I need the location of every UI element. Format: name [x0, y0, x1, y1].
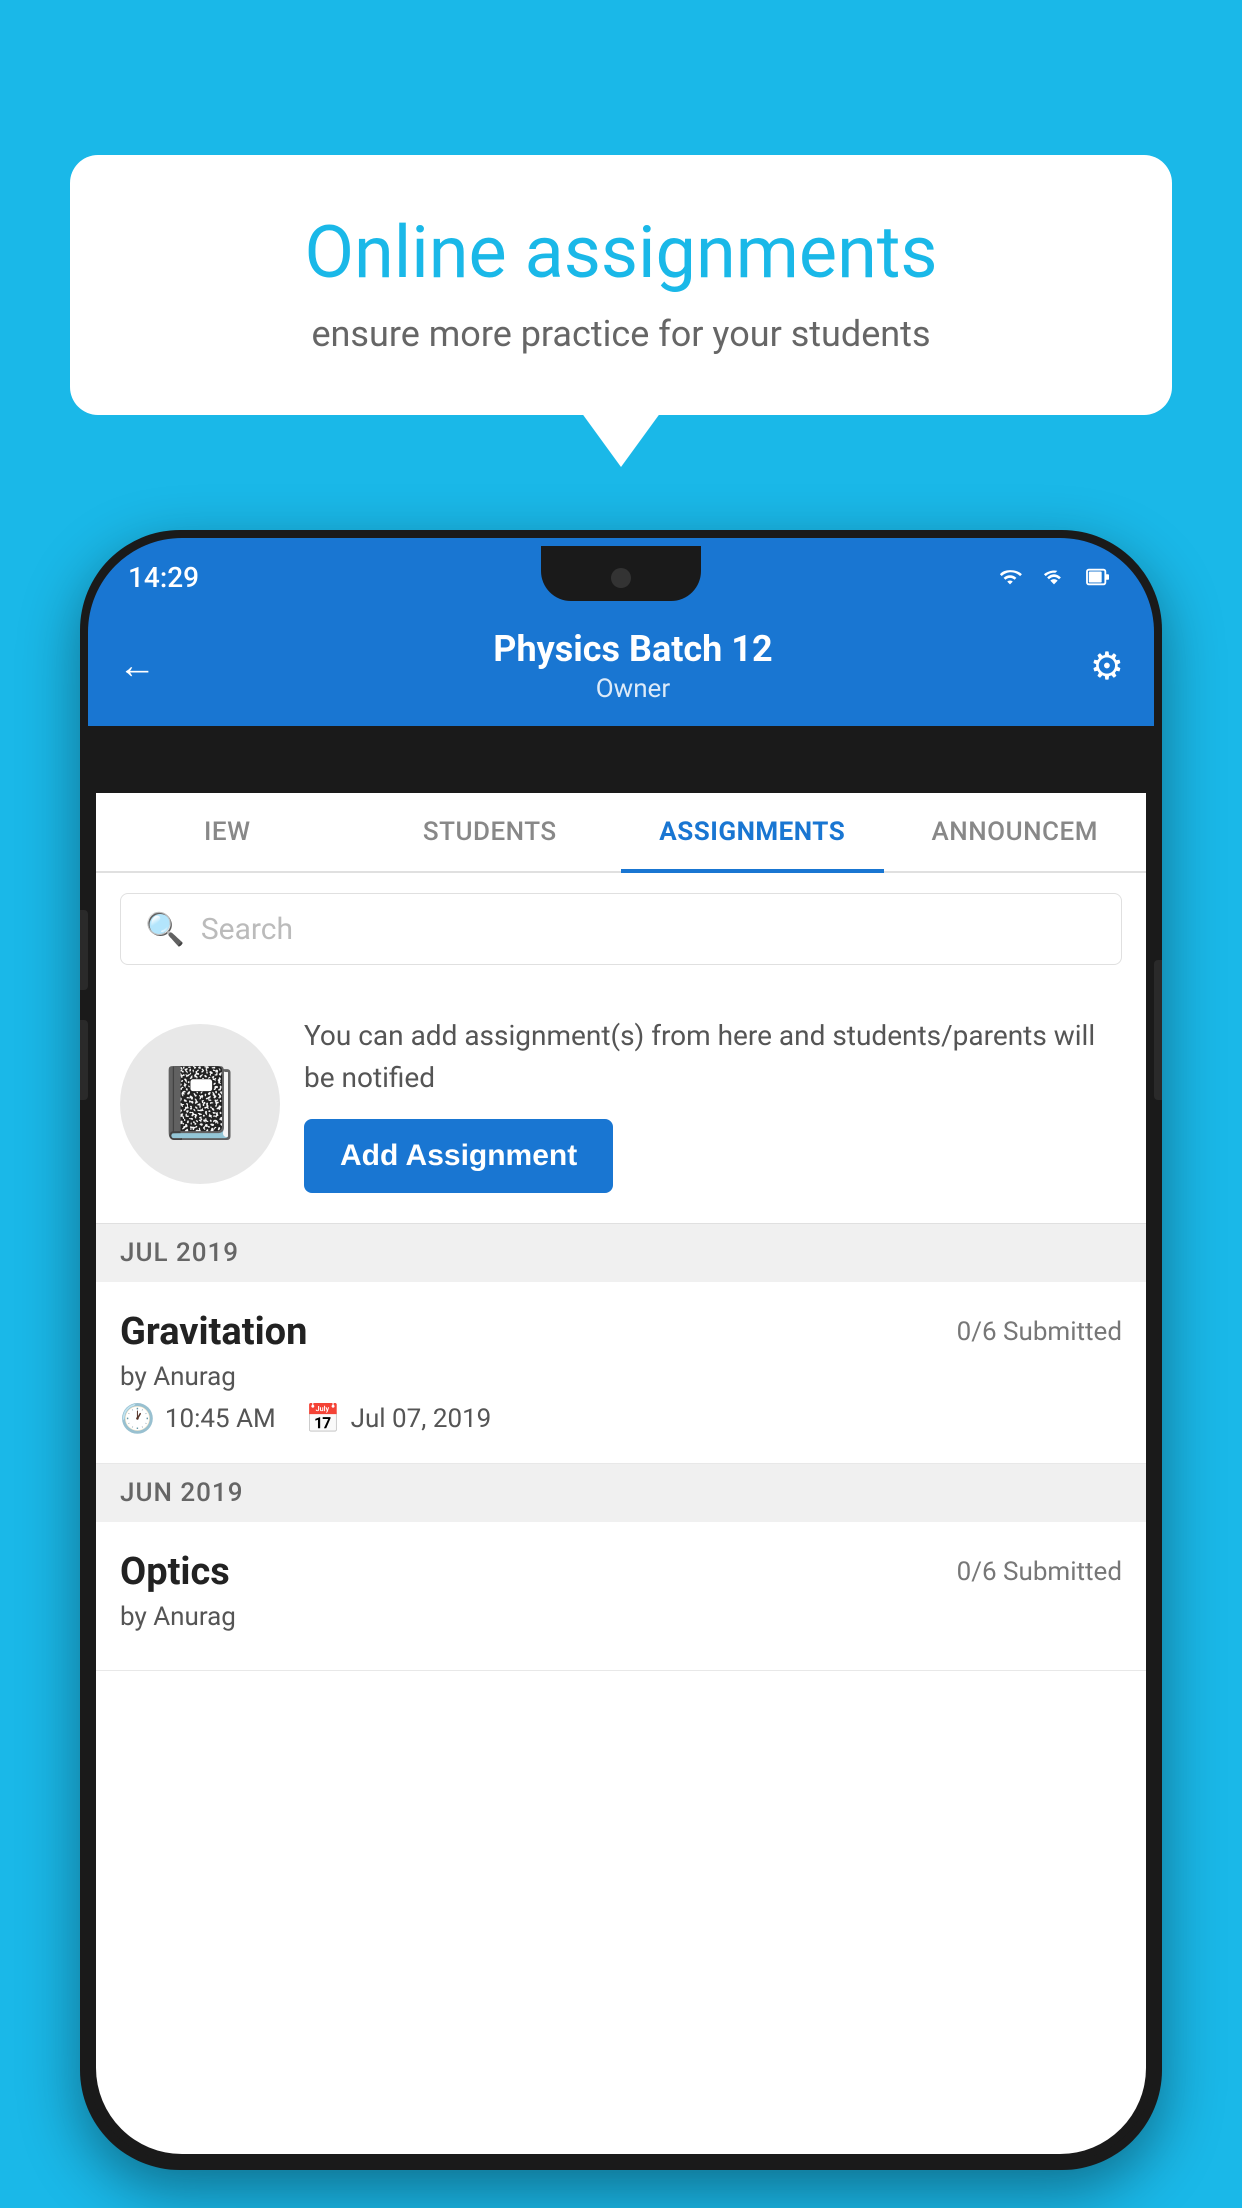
promo-text-area: You can add assignment(s) from here and …	[304, 1015, 1122, 1193]
speech-bubble-title: Online assignments	[130, 210, 1112, 295]
settings-icon[interactable]: ⚙	[1090, 644, 1124, 689]
phone-notch	[541, 546, 701, 601]
speech-bubble-subtitle: ensure more practice for your students	[130, 313, 1112, 355]
battery-icon	[1082, 566, 1114, 588]
volume-down-button[interactable]	[80, 1020, 88, 1100]
add-assignment-button[interactable]: Add Assignment	[304, 1119, 613, 1193]
camera	[611, 568, 631, 588]
notebook-icon: 📓	[156, 1063, 243, 1145]
assignment-meta: 🕐 10:45 AM 📅 Jul 07, 2019	[120, 1402, 1122, 1435]
status-time: 14:29	[128, 561, 199, 594]
header-title: Physics Batch 12	[176, 628, 1090, 670]
assignment-time: 🕐 10:45 AM	[120, 1402, 276, 1435]
tab-announcements[interactable]: ANNOUNCEM	[884, 793, 1147, 871]
header-subtitle: Owner	[176, 674, 1090, 704]
promo-section: 📓 You can add assignment(s) from here an…	[96, 985, 1146, 1224]
search-input[interactable]: Search	[201, 912, 293, 947]
signal-icon	[1038, 566, 1070, 588]
volume-up-button[interactable]	[80, 910, 88, 990]
status-icons	[994, 566, 1114, 588]
tab-iew[interactable]: IEW	[96, 793, 359, 871]
screen-content: IEW STUDENTS ASSIGNMENTS ANNOUNCEM 🔍 Sea…	[96, 793, 1146, 2154]
wifi-icon	[994, 566, 1026, 588]
speech-bubble-container: Online assignments ensure more practice …	[70, 155, 1172, 415]
phone-frame: 14:29 ← Physics Batch 12 Owner	[80, 530, 1162, 2170]
tabs-bar: IEW STUDENTS ASSIGNMENTS ANNOUNCEM	[96, 793, 1146, 873]
phone-inner: 14:29 ← Physics Batch 12 Owner	[88, 538, 1154, 2162]
assignment-name: Gravitation	[120, 1310, 307, 1354]
tab-assignments[interactable]: ASSIGNMENTS	[621, 793, 884, 871]
app-header: ← Physics Batch 12 Owner ⚙	[88, 606, 1154, 726]
tab-students[interactable]: STUDENTS	[359, 793, 622, 871]
assignment-top-row: Gravitation 0/6 Submitted	[120, 1310, 1122, 1354]
power-button[interactable]	[1154, 960, 1162, 1100]
assignment-item-gravitation[interactable]: Gravitation 0/6 Submitted by Anurag 🕐 10…	[96, 1282, 1146, 1464]
search-container: 🔍 Search	[96, 873, 1146, 985]
promo-description: You can add assignment(s) from here and …	[304, 1015, 1122, 1099]
section-header-jun2019: JUN 2019	[96, 1464, 1146, 1522]
calendar-icon: 📅	[306, 1402, 341, 1435]
search-icon: 🔍	[145, 910, 185, 948]
assignment-submitted: 0/6 Submitted	[957, 1317, 1122, 1347]
assignment-by: by Anurag	[120, 1362, 1122, 1392]
header-title-area: Physics Batch 12 Owner	[176, 628, 1090, 704]
assignment-item-optics[interactable]: Optics 0/6 Submitted by Anurag	[96, 1522, 1146, 1671]
speech-bubble: Online assignments ensure more practice …	[70, 155, 1172, 415]
assignment-name-optics: Optics	[120, 1550, 230, 1594]
assignment-top-row-optics: Optics 0/6 Submitted	[120, 1550, 1122, 1594]
assignment-icon-circle: 📓	[120, 1024, 280, 1184]
assignment-by-optics: by Anurag	[120, 1602, 1122, 1632]
clock-icon: 🕐	[120, 1402, 155, 1435]
section-header-jul2019: JUL 2019	[96, 1224, 1146, 1282]
back-button[interactable]: ←	[118, 644, 156, 688]
search-box[interactable]: 🔍 Search	[120, 893, 1122, 965]
assignment-date: 📅 Jul 07, 2019	[306, 1402, 492, 1435]
assignment-submitted-optics: 0/6 Submitted	[957, 1557, 1122, 1587]
